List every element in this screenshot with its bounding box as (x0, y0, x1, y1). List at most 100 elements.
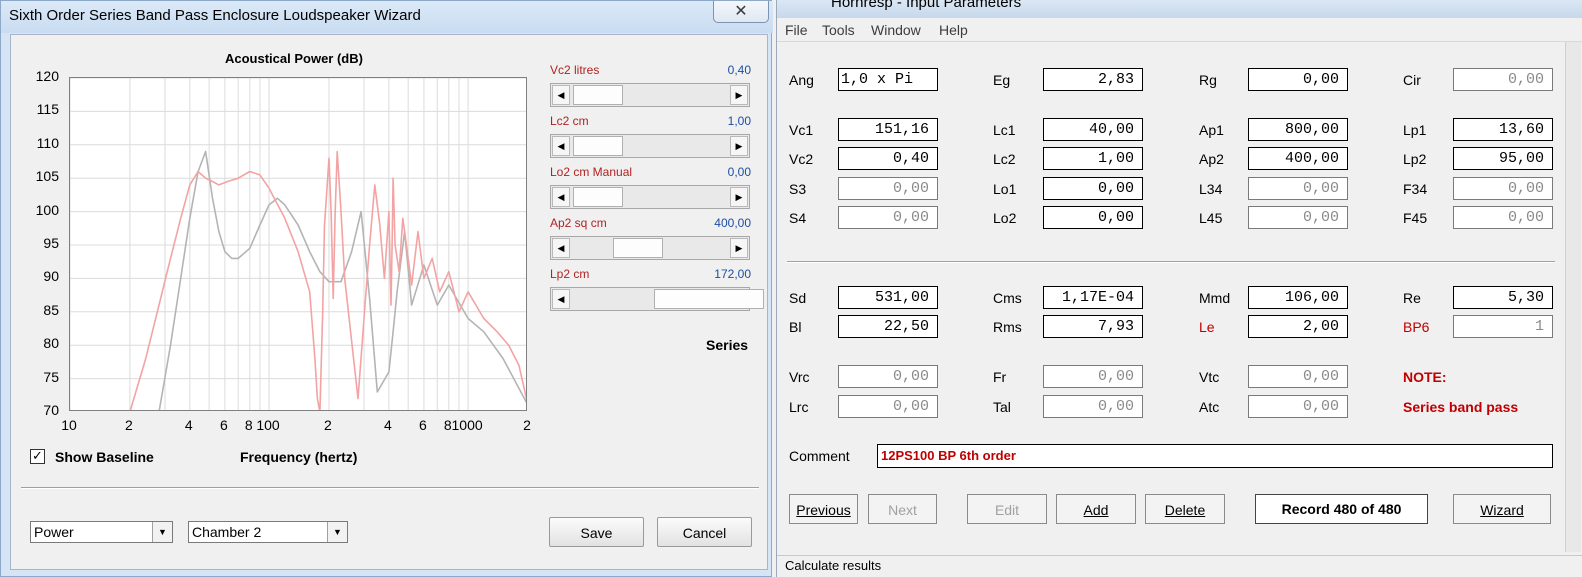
param-field[interactable]: 0,40 (838, 147, 938, 170)
left-arrow-icon[interactable]: ◀ (552, 289, 570, 309)
param-field[interactable]: 1,17E-04 (1043, 286, 1143, 309)
param-label: Lp2 (1403, 151, 1427, 167)
vertical-scrollbar[interactable] (1565, 42, 1581, 552)
slider-scrollbar[interactable]: ◀▶ (550, 236, 750, 260)
param-field[interactable]: 0,00 (838, 395, 938, 418)
slider-thumb[interactable] (613, 238, 664, 258)
param-field[interactable]: 0,00 (1248, 68, 1348, 91)
param-field[interactable]: 151,16 (838, 118, 938, 141)
edit-button[interactable]: Edit (967, 494, 1047, 524)
param-label: Lp1 (1403, 122, 1427, 138)
param-field[interactable]: 0,00 (1248, 395, 1348, 418)
slider-thumb[interactable] (573, 136, 624, 156)
show-baseline-checkbox[interactable]: ✓ (30, 449, 45, 464)
param-field[interactable]: 0,00 (1248, 206, 1348, 229)
wizard-titlebar[interactable]: Sixth Order Series Band Pass Enclosure L… (1, 1, 773, 33)
right-arrow-icon[interactable]: ▶ (730, 238, 748, 258)
x-tick-label: 1000 (451, 417, 483, 433)
chamber-combo[interactable]: Chamber 2 ▼ (188, 521, 348, 543)
chevron-down-icon[interactable]: ▼ (327, 522, 347, 542)
param-field[interactable]: 0,00 (1248, 177, 1348, 200)
param-field[interactable]: 1,0 x Pi (838, 68, 938, 91)
menu-window[interactable]: Window (871, 22, 921, 38)
param-field[interactable]: 531,00 (838, 286, 938, 309)
power-chart (70, 78, 526, 410)
param-field[interactable]: 1 (1453, 315, 1553, 338)
slider-scrollbar[interactable]: ◀▶ (550, 134, 750, 158)
divider (21, 487, 759, 489)
slider-thumb[interactable] (573, 187, 624, 207)
param-field[interactable]: 106,00 (1248, 286, 1348, 309)
param-field[interactable]: 7,93 (1043, 315, 1143, 338)
y-tick-label: 110 (36, 134, 59, 151)
menu-tools[interactable]: Tools (822, 22, 855, 38)
param-field[interactable]: 2,83 (1043, 68, 1143, 91)
param-field[interactable]: 95,00 (1453, 147, 1553, 170)
y-tick-label: 90 (43, 268, 59, 285)
param-field[interactable]: 40,00 (1043, 118, 1143, 141)
param-field[interactable]: 0,00 (838, 177, 938, 200)
left-arrow-icon[interactable]: ◀ (552, 85, 570, 105)
param-field[interactable]: 400,00 (1248, 147, 1348, 170)
wizard-button[interactable]: Wizard (1453, 494, 1551, 524)
param-field[interactable]: 0,00 (838, 206, 938, 229)
param-label: Cms (993, 290, 1022, 306)
param-label: Vrc (789, 369, 810, 385)
slider-thumb[interactable] (653, 289, 764, 309)
slider-thumb[interactable] (573, 85, 624, 105)
param-field[interactable]: 1,00 (1043, 147, 1143, 170)
right-arrow-icon[interactable]: ▶ (730, 85, 748, 105)
param-field[interactable]: 0,00 (1248, 365, 1348, 388)
param-field[interactable]: 800,00 (1248, 118, 1348, 141)
param-field[interactable]: 0,00 (1043, 395, 1143, 418)
menu-help[interactable]: Help (939, 22, 968, 38)
slider-scrollbar[interactable]: ◀▶ (550, 185, 750, 209)
chevron-down-icon[interactable]: ▼ (152, 522, 172, 542)
y-tick-label: 115 (36, 101, 59, 118)
view-combo[interactable]: Power ▼ (30, 521, 173, 543)
param-field[interactable]: 13,60 (1453, 118, 1553, 141)
x-tick-label: 4 (184, 417, 193, 433)
param-field[interactable]: 0,00 (838, 365, 938, 388)
wizard-button-label: Wizard (1480, 502, 1524, 518)
comment-field[interactable]: 12PS100 BP 6th order (877, 444, 1553, 468)
menu-file[interactable]: File (785, 22, 808, 38)
hornresp-titlebar[interactable]: Hornresp - Input Parameters (777, 0, 1582, 18)
cancel-button[interactable]: Cancel (657, 517, 752, 547)
param-field[interactable]: 5,30 (1453, 286, 1553, 309)
menu-bar: File Tools Window Help (777, 18, 1582, 42)
save-button[interactable]: Save (549, 517, 644, 547)
left-arrow-icon[interactable]: ◀ (552, 187, 570, 207)
slider-scrollbar[interactable]: ◀▶ (550, 83, 750, 107)
param-label: L34 (1199, 181, 1223, 197)
status-text: Calculate results (785, 558, 882, 573)
param-field[interactable]: 0,00 (1043, 177, 1143, 200)
param-field[interactable]: 0,00 (1453, 177, 1553, 200)
delete-button[interactable]: Delete (1145, 494, 1225, 524)
next-button[interactable]: Next (868, 494, 937, 524)
left-arrow-icon[interactable]: ◀ (552, 136, 570, 156)
param-field[interactable]: 0,00 (1043, 365, 1143, 388)
wizard-close-button[interactable]: ✕ (713, 1, 769, 23)
x-tick-label: 100 (256, 417, 280, 433)
param-field[interactable]: 0,00 (1453, 68, 1553, 91)
previous-button[interactable]: Previous (789, 494, 858, 524)
param-field[interactable]: 2,00 (1248, 315, 1348, 338)
right-arrow-icon[interactable]: ▶ (730, 187, 748, 207)
param-label: Lo1 (993, 181, 1017, 197)
delete-button-label: Delete (1164, 502, 1206, 518)
left-arrow-icon[interactable]: ◀ (552, 238, 570, 258)
param-field[interactable]: 0,00 (1043, 206, 1143, 229)
add-button[interactable]: Add (1056, 494, 1136, 524)
slider-scrollbar[interactable]: ◀▶ (550, 287, 764, 311)
param-field[interactable]: 22,50 (838, 315, 938, 338)
param-label: L45 (1199, 210, 1223, 226)
param-label: Sd (789, 290, 807, 306)
param-field[interactable]: 0,00 (1453, 206, 1553, 229)
note-text: Series band pass (1403, 399, 1519, 415)
slider-label: Lc2 cm (550, 114, 589, 128)
chart-plot-area (69, 77, 527, 411)
right-arrow-icon[interactable]: ▶ (730, 136, 748, 156)
chamber-combo-value: Chamber 2 (192, 524, 262, 540)
param-label: Ap1 (1199, 122, 1224, 138)
